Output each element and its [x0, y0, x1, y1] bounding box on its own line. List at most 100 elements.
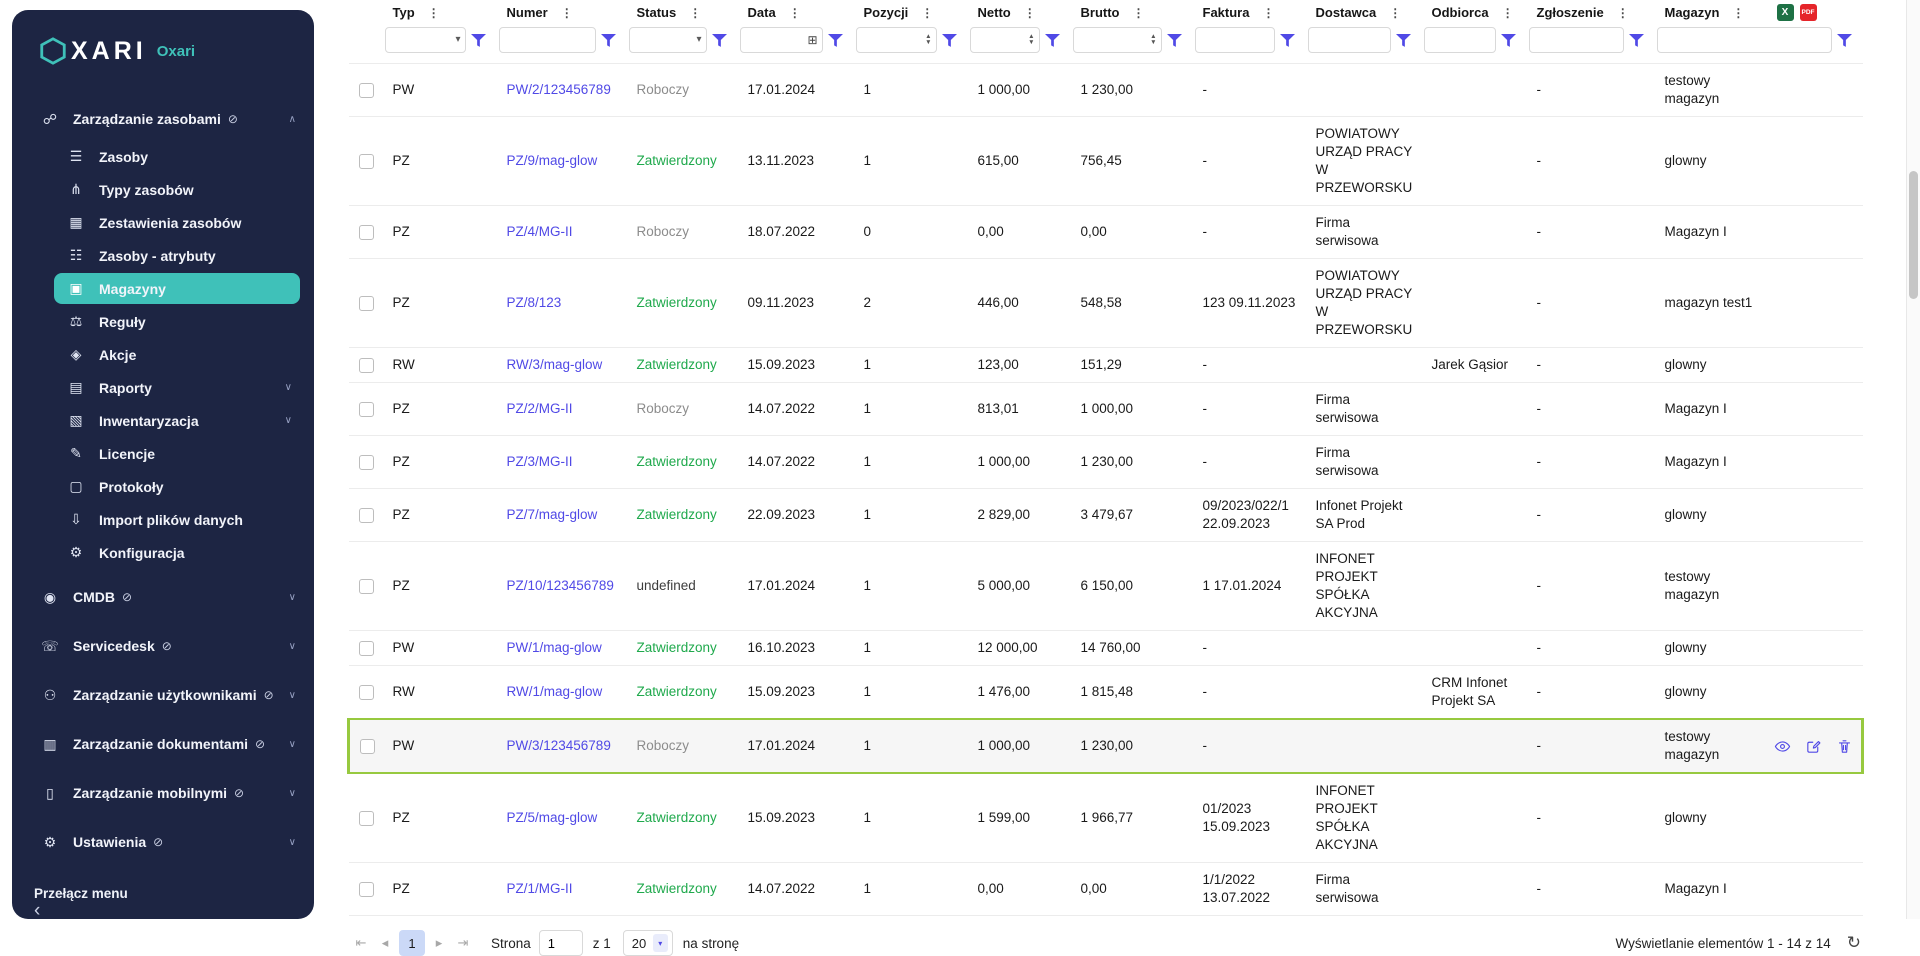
column-menu-icon[interactable]: ⋮ [1024, 6, 1036, 20]
sidebar-item[interactable]: ⇩Import plików danych [54, 504, 300, 535]
first-page-button[interactable]: ⇤ [349, 930, 373, 956]
filter-input-dostawca[interactable] [1308, 27, 1391, 53]
document-link[interactable]: RW/3/mag-glow [507, 357, 603, 372]
sidebar-item[interactable]: ▤Raporty∨ [54, 372, 300, 403]
row-checkbox[interactable] [359, 154, 374, 169]
row-checkbox[interactable] [359, 882, 374, 897]
page-size-select[interactable]: 20 ▾ [623, 930, 673, 956]
sidebar-item[interactable]: ◉CMDB⊘∨ [12, 577, 314, 617]
filter-funnel-icon[interactable] [1835, 28, 1855, 52]
number-spinner[interactable]: ▲▼ [1150, 34, 1156, 46]
filter-funnel-icon[interactable] [1043, 28, 1063, 52]
filter-funnel-icon[interactable] [469, 28, 489, 52]
column-menu-icon[interactable]: ⋮ [1262, 6, 1274, 20]
page-input[interactable] [539, 930, 583, 956]
document-link[interactable]: PZ/9/mag-glow [507, 153, 598, 168]
document-link[interactable]: PW/2/123456789 [507, 82, 611, 97]
row-checkbox[interactable] [359, 296, 374, 311]
filter-funnel-icon[interactable] [1278, 28, 1298, 52]
column-menu-icon[interactable]: ⋮ [428, 6, 440, 20]
row-checkbox[interactable] [359, 685, 374, 700]
sidebar-item[interactable]: ▯Zarządzanie mobilnymi⊘∨ [12, 773, 314, 813]
sidebar-item[interactable]: ⋔Typy zasobów [54, 174, 300, 205]
sidebar-item[interactable]: ▦Zestawienia zasobów [54, 207, 300, 238]
dropdown-arrow-icon[interactable]: ▾ [455, 35, 460, 45]
filter-funnel-icon[interactable] [826, 28, 846, 52]
number-spinner[interactable]: ▲▼ [1028, 34, 1034, 46]
refresh-icon[interactable]: ↻ [1847, 933, 1861, 953]
document-link[interactable]: PZ/4/MG-II [507, 224, 573, 239]
document-link[interactable]: PZ/1/MG-II [507, 881, 573, 896]
number-spinner[interactable]: ▲▼ [925, 34, 931, 46]
filter-input-numer[interactable] [499, 27, 596, 53]
document-link[interactable]: PZ/8/123 [507, 295, 562, 310]
last-page-button[interactable]: ⇥ [451, 930, 475, 956]
document-link[interactable]: PZ/5/mag-glow [507, 810, 598, 825]
column-menu-icon[interactable]: ⋮ [1617, 6, 1629, 20]
delete-icon[interactable] [1835, 737, 1853, 755]
column-menu-icon[interactable]: ⋮ [561, 6, 573, 20]
filter-funnel-icon[interactable] [1627, 28, 1647, 52]
sidebar-item[interactable]: ⚙Konfiguracja [54, 537, 300, 568]
view-icon[interactable] [1773, 737, 1791, 755]
column-menu-icon[interactable]: ⋮ [789, 6, 801, 20]
filter-input-status[interactable] [629, 27, 707, 53]
page-number-button[interactable]: 1 [399, 930, 425, 956]
calendar-icon[interactable]: ⊞ [807, 34, 817, 46]
row-checkbox[interactable] [359, 402, 374, 417]
vertical-scrollbar[interactable] [1906, 0, 1920, 919]
sidebar-item[interactable]: ☏Servicedesk⊘∨ [12, 626, 314, 666]
column-menu-icon[interactable]: ⋮ [1732, 6, 1744, 20]
prev-page-button[interactable]: ◂ [373, 930, 397, 956]
toggle-menu-label[interactable]: Przełącz menu [34, 886, 314, 901]
column-menu-icon[interactable]: ⋮ [689, 6, 701, 20]
sidebar-item[interactable]: ⚇Zarządzanie użytkownikami⊘∨ [12, 675, 314, 715]
filter-input-typ[interactable] [385, 27, 466, 53]
filter-funnel-icon[interactable] [1499, 28, 1519, 52]
row-checkbox[interactable] [359, 579, 374, 594]
sidebar-item[interactable]: ◈Akcje [54, 339, 300, 370]
filter-input-magazyn[interactable] [1657, 27, 1832, 53]
filter-input-zgloszenie[interactable] [1529, 27, 1624, 53]
filter-funnel-icon[interactable] [710, 28, 730, 52]
sidebar-item[interactable]: ⚙Ustawienia⊘∨ [12, 822, 314, 862]
sidebar-item[interactable]: ▧Inwentaryzacja∨ [54, 405, 300, 436]
row-checkbox[interactable] [360, 739, 375, 754]
scrollbar-thumb[interactable] [1909, 171, 1918, 299]
filter-funnel-icon[interactable] [599, 28, 619, 52]
filter-input-brutto[interactable] [1073, 27, 1162, 53]
document-link[interactable]: PW/1/mag-glow [507, 640, 602, 655]
row-checkbox[interactable] [359, 508, 374, 523]
filter-input-odbiorca[interactable] [1424, 27, 1496, 53]
sidebar-item[interactable]: ▢Protokoły [54, 471, 300, 502]
excel-export-icon[interactable]: X [1777, 4, 1794, 21]
sidebar-item[interactable]: ☷Zasoby - atrybuty [54, 240, 300, 271]
filter-funnel-icon[interactable] [940, 28, 960, 52]
filter-input-faktura[interactable] [1195, 27, 1275, 53]
edit-icon[interactable] [1804, 737, 1822, 755]
row-checkbox[interactable] [359, 225, 374, 240]
collapse-left-icon[interactable]: ‹ [34, 904, 314, 919]
document-link[interactable]: PZ/2/MG-II [507, 401, 573, 416]
document-link[interactable]: PZ/7/mag-glow [507, 507, 598, 522]
row-checkbox[interactable] [359, 811, 374, 826]
dropdown-arrow-icon[interactable]: ▾ [696, 35, 701, 45]
column-menu-icon[interactable]: ⋮ [1502, 6, 1514, 20]
document-link[interactable]: PZ/3/MG-II [507, 454, 573, 469]
sidebar-item[interactable]: ▥Zarządzanie dokumentami⊘∨ [12, 724, 314, 764]
row-checkbox[interactable] [359, 358, 374, 373]
sidebar-item[interactable]: ☰Zasoby [54, 141, 300, 172]
document-link[interactable]: PZ/10/123456789 [507, 578, 614, 593]
pdf-export-icon[interactable]: PDF [1800, 4, 1817, 21]
next-page-button[interactable]: ▸ [427, 930, 451, 956]
document-link[interactable]: RW/1/mag-glow [507, 684, 603, 699]
filter-funnel-icon[interactable] [1165, 28, 1185, 52]
row-checkbox[interactable] [359, 455, 374, 470]
filter-funnel-icon[interactable] [1394, 28, 1414, 52]
sidebar-item[interactable]: ✎Licencje [54, 438, 300, 469]
document-link[interactable]: PW/3/123456789 [507, 738, 611, 753]
sidebar-item[interactable]: ▣Magazyny [54, 273, 300, 304]
row-checkbox[interactable] [359, 641, 374, 656]
sidebar-item[interactable]: ☍Zarządzanie zasobami⊘∧ [12, 99, 314, 139]
sidebar-item[interactable]: ⚖Reguły [54, 306, 300, 337]
